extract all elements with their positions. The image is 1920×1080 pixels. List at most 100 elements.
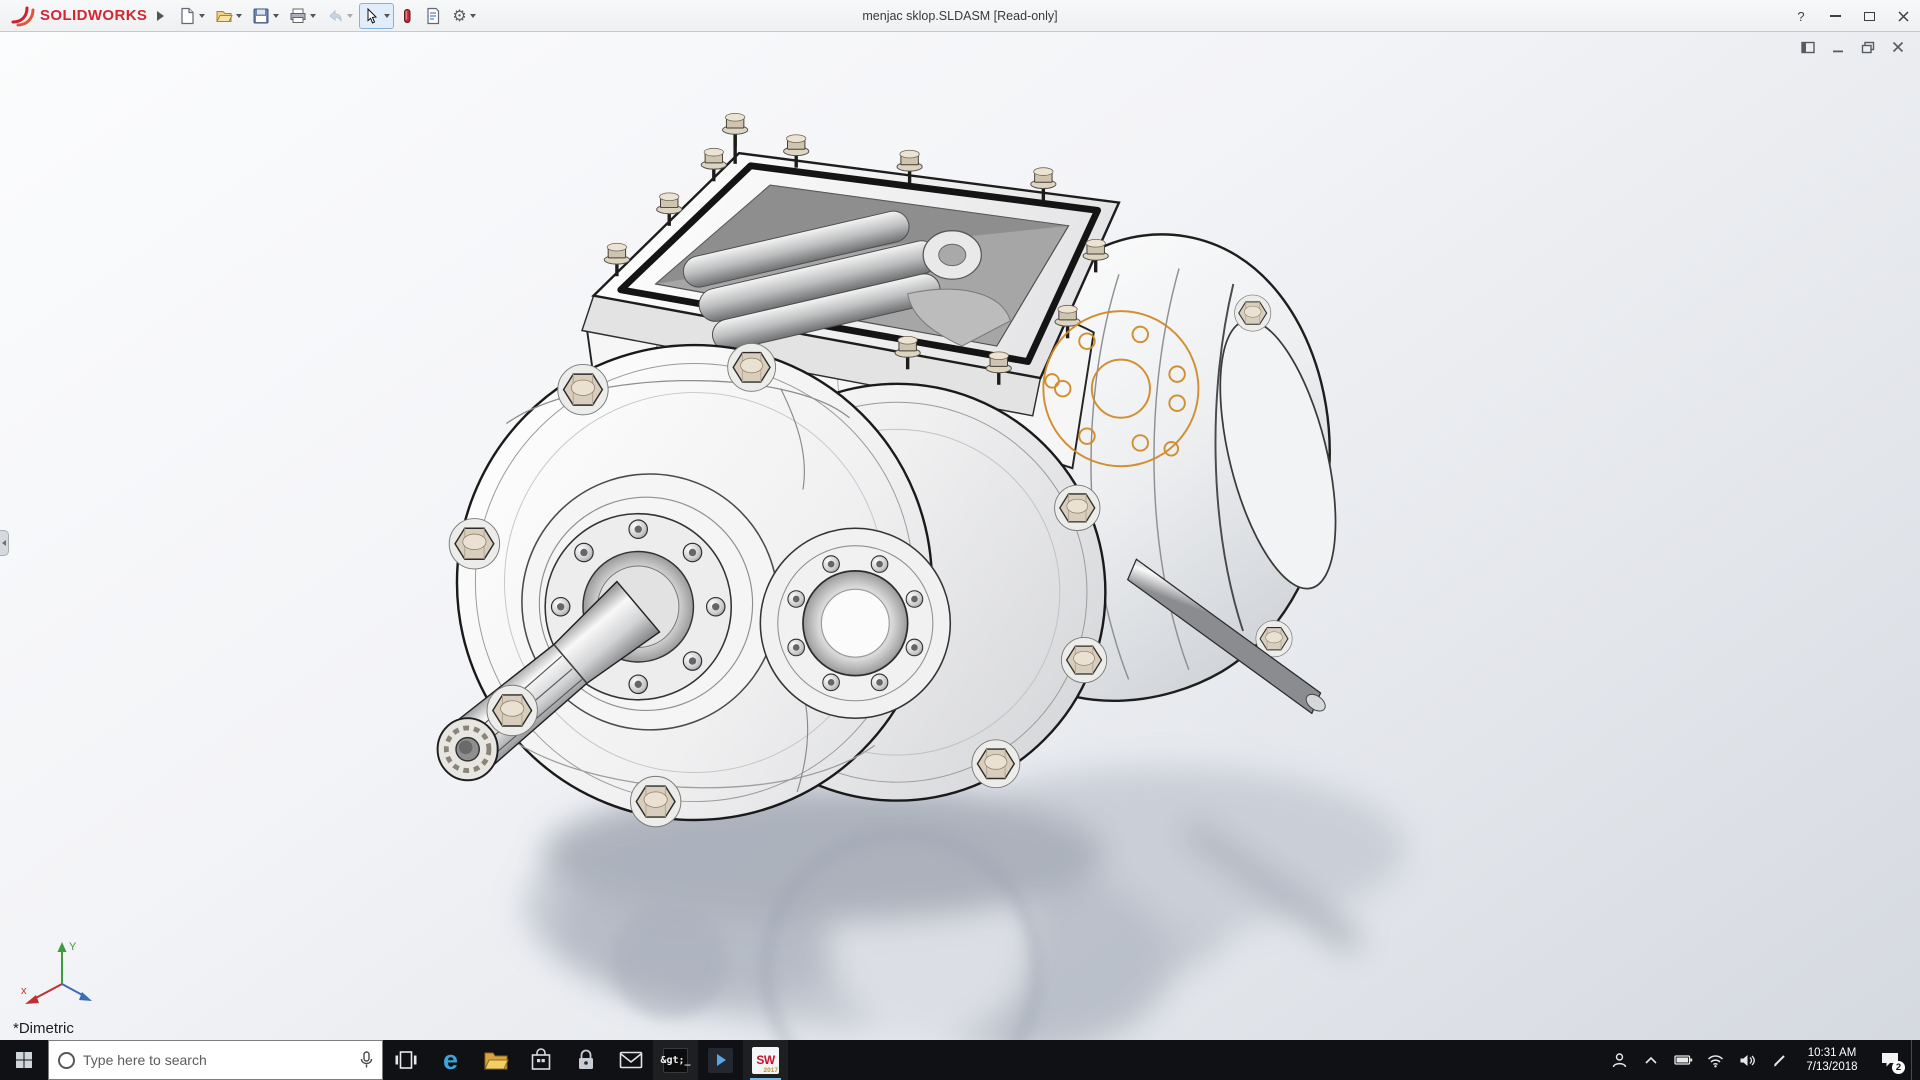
close-icon (1898, 11, 1909, 22)
hidden-icons-button[interactable] (1635, 1040, 1667, 1080)
command-prompt-icon: &gt;_ (663, 1048, 688, 1073)
graphics-area[interactable] (0, 32, 1920, 1040)
edge-icon: e (443, 1047, 458, 1074)
solidworks-window: SOLIDWORKS (0, 0, 1920, 1080)
file-properties-button[interactable] (420, 3, 446, 29)
undo-dropdown[interactable] (347, 14, 353, 18)
mail-icon (619, 1051, 643, 1069)
file-properties-icon (424, 7, 442, 25)
options-gear-icon: ⚙ (452, 7, 466, 25)
undo-button[interactable] (322, 3, 357, 29)
clock-time: 10:31 AM (1808, 1046, 1857, 1060)
select-tool-button[interactable] (359, 3, 394, 29)
clock-date: 7/13/2018 (1806, 1060, 1857, 1074)
lock-app-button[interactable] (563, 1040, 608, 1080)
taskbar-search-box[interactable] (48, 1040, 383, 1080)
file-explorer-icon (483, 1049, 509, 1071)
maximize-button[interactable] (1852, 0, 1886, 32)
save-icon (252, 7, 270, 25)
solidworks-logo: SOLIDWORKS (0, 5, 155, 27)
battery-button[interactable] (1667, 1040, 1699, 1080)
task-view-icon (394, 1049, 418, 1071)
close-button[interactable] (1886, 0, 1920, 32)
brand-wordmark: SOLIDWORKS (40, 7, 147, 24)
print-button[interactable] (285, 3, 320, 29)
speaker-icon (1739, 1053, 1756, 1068)
people-button[interactable] (1603, 1040, 1635, 1080)
child-restore-icon (1861, 41, 1875, 54)
child-minimize-icon (1832, 41, 1844, 54)
solidworks-taskbar-button[interactable]: SW 2017 (743, 1040, 788, 1080)
people-icon (1611, 1052, 1628, 1069)
battery-icon (1674, 1053, 1693, 1067)
media-app-button[interactable] (698, 1040, 743, 1080)
child-dock-button[interactable] (1798, 38, 1818, 56)
document-window-controls (1798, 38, 1908, 56)
new-document-dropdown[interactable] (199, 14, 205, 18)
action-center-button[interactable]: 2 (1869, 1040, 1911, 1080)
orientation-triad[interactable]: Y x (18, 934, 114, 1014)
file-explorer-button[interactable] (473, 1040, 518, 1080)
undo-icon (326, 7, 344, 25)
notification-badge: 2 (1892, 1061, 1905, 1074)
select-tool-dropdown[interactable] (384, 14, 390, 18)
window-controls: ? (1784, 0, 1920, 32)
padlock-icon (576, 1048, 596, 1072)
taskbar: e (0, 1040, 1920, 1080)
task-view-button[interactable] (383, 1040, 428, 1080)
open-dropdown[interactable] (236, 14, 242, 18)
start-button[interactable] (0, 1040, 48, 1080)
maximize-icon (1864, 12, 1875, 21)
network-button[interactable] (1699, 1040, 1731, 1080)
select-cursor-icon (363, 7, 381, 25)
dock-panel-icon (1801, 41, 1815, 54)
save-dropdown[interactable] (273, 14, 279, 18)
chevron-up-icon (1644, 1055, 1658, 1065)
options-button[interactable]: ⚙ (448, 3, 479, 29)
save-button[interactable] (248, 3, 283, 29)
document-title: menjac sklop.SLDASM [Read-only] (862, 0, 1057, 32)
windows-logo-icon (15, 1051, 33, 1069)
child-close-button[interactable] (1888, 38, 1908, 56)
print-dropdown[interactable] (310, 14, 316, 18)
show-desktop-button[interactable] (1911, 1040, 1920, 1080)
titlebar: SOLIDWORKS (0, 0, 1920, 32)
wifi-icon (1707, 1053, 1724, 1068)
menu-expand-arrow[interactable] (157, 11, 164, 21)
help-button[interactable]: ? (1784, 0, 1818, 32)
child-restore-button[interactable] (1858, 38, 1878, 56)
print-icon (289, 7, 307, 25)
store-bag-icon (530, 1048, 552, 1072)
edge-browser-button[interactable]: e (428, 1040, 473, 1080)
secondary-flange[interactable] (760, 528, 950, 718)
triad-y-label: Y (69, 941, 77, 953)
command-prompt-button[interactable]: &gt;_ (653, 1040, 698, 1080)
solidworks-icon: SW 2017 (752, 1047, 779, 1074)
cortana-icon (58, 1052, 75, 1069)
child-minimize-button[interactable] (1828, 38, 1848, 56)
pen-button[interactable] (1763, 1040, 1795, 1080)
minimize-icon (1830, 15, 1841, 17)
microphone-icon[interactable] (360, 1051, 373, 1069)
rebuild-button[interactable] (396, 3, 418, 29)
search-input[interactable] (83, 1052, 352, 1068)
panel-flyout-handle[interactable] (0, 530, 9, 556)
new-document-button[interactable] (174, 3, 209, 29)
open-folder-icon (215, 7, 233, 25)
triad-x-label: x (21, 985, 27, 997)
child-close-icon (1892, 41, 1904, 53)
store-button[interactable] (518, 1040, 563, 1080)
media-app-icon (708, 1048, 733, 1073)
main-toolbar: ⚙ (174, 3, 479, 29)
minimize-button[interactable] (1818, 0, 1852, 32)
view-orientation-label: *Dimetric (13, 1020, 74, 1037)
graphics-viewport[interactable]: *Dimetric Y x (0, 32, 1920, 1040)
open-button[interactable] (211, 3, 246, 29)
new-document-icon (178, 7, 196, 25)
brand-mark-icon (10, 5, 36, 27)
options-dropdown[interactable] (470, 14, 476, 18)
taskbar-clock[interactable]: 10:31 AM 7/13/2018 (1795, 1040, 1869, 1080)
mail-button[interactable] (608, 1040, 653, 1080)
volume-button[interactable] (1731, 1040, 1763, 1080)
pen-icon (1772, 1053, 1787, 1068)
